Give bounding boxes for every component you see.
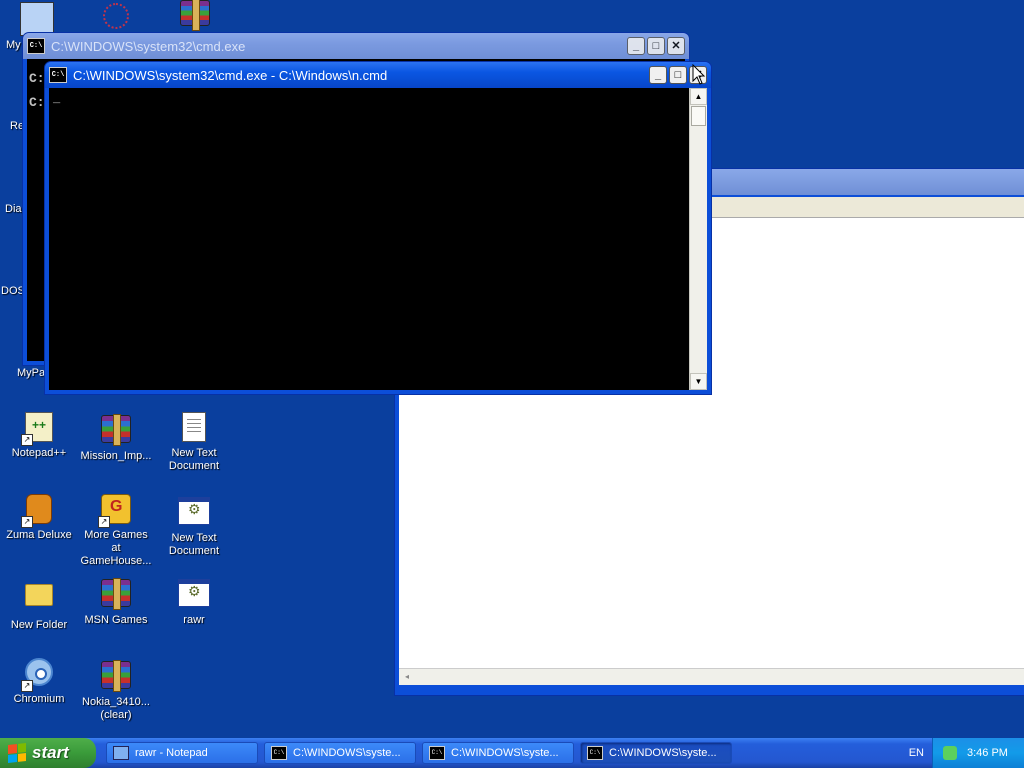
language-indicator[interactable]: EN — [909, 747, 924, 759]
cmd-front-console[interactable]: _ ▲ ▼ — [49, 88, 707, 390]
desktop-icon-label: Notepad++ — [11, 447, 67, 459]
taskbar-item-cmd-3[interactable]: C:\ C:\WINDOWS\syste... — [580, 742, 732, 764]
maximize-button[interactable]: □ — [647, 37, 665, 55]
minimize-button[interactable]: _ — [649, 66, 667, 84]
cmd-icon: C:\ — [49, 67, 67, 83]
desktop-icon-mission-imp[interactable]: Mission_Imp... — [79, 412, 153, 463]
mouse-pointer-icon — [692, 64, 706, 85]
cmd-front-title: C:\WINDOWS\system32\cmd.exe - C:\Windows… — [73, 67, 388, 83]
desktop-icon-label: New Text Document — [168, 447, 220, 472]
desktop-icon-notepadpp[interactable]: ↗ Notepad++ — [2, 412, 76, 460]
desktop-icon-label: New Folder — [10, 619, 68, 631]
text-document-icon — [182, 412, 206, 442]
close-button[interactable]: ✕ — [667, 37, 685, 55]
cmd-icon: C:\ — [587, 746, 603, 760]
desktop-icon-label: Chromium — [13, 693, 65, 705]
desktop-icon-label: Mission_Imp... — [80, 450, 152, 462]
taskbar-item-label: C:\WINDOWS\syste... — [609, 747, 717, 759]
cmd-front-titlebar[interactable]: C:\ C:\WINDOWS\system32\cmd.exe - C:\Win… — [45, 62, 711, 88]
batch-file-icon — [178, 579, 210, 607]
scroll-left-arrow[interactable]: ◂ — [399, 669, 415, 685]
desktop-icon-chromium[interactable]: ↗ Chromium — [2, 658, 76, 706]
scroll-down-arrow[interactable]: ▼ — [690, 373, 707, 390]
start-button[interactable]: start — [0, 738, 96, 768]
start-label: start — [32, 743, 69, 762]
desktop-icon-label: New Text Document — [168, 532, 220, 557]
desktop-icon-rawr[interactable]: rawr — [157, 576, 231, 627]
taskbar-item-cmd-1[interactable]: C:\ C:\WINDOWS\syste... — [264, 742, 416, 764]
my-computer-icon — [20, 2, 54, 36]
cmd-window-front[interactable]: C:\ C:\WINDOWS\system32\cmd.exe - C:\Win… — [44, 61, 712, 395]
recycle-bin-icon[interactable] — [100, 3, 132, 29]
console-line: C: — [29, 71, 45, 86]
winrar-icon — [101, 578, 131, 610]
cmd-icon: C:\ — [429, 746, 445, 760]
desktop-icon-new-text-doc[interactable]: New Text Document — [157, 412, 231, 473]
windows-logo-icon — [8, 743, 26, 763]
winrar-icon — [101, 660, 131, 692]
system-tray: 3:46 PM — [932, 738, 1024, 768]
taskbar-item-cmd-2[interactable]: C:\ C:\WINDOWS\syste... — [422, 742, 574, 764]
folder-icon — [25, 584, 53, 606]
taskbar: start rawr - Notepad C:\ C:\WINDOWS\syst… — [0, 738, 1024, 768]
desktop-icon-gamehouse[interactable]: ↗ More Games at GameHouse... — [79, 494, 153, 568]
taskbar-item-label: C:\WINDOWS\syste... — [293, 747, 401, 759]
cmd-icon: C:\ — [271, 746, 287, 760]
minimize-button[interactable]: _ — [627, 37, 645, 55]
desktop-icon-label: MSN Games — [84, 614, 148, 626]
maximize-button[interactable]: □ — [669, 66, 687, 84]
desktop-icon-label: Nokia_3410... (clear) — [82, 696, 150, 721]
vertical-scrollbar[interactable]: ▲ ▼ — [689, 88, 707, 390]
desktop-icon-label: More Games at GameHouse... — [80, 529, 152, 567]
clock[interactable]: 3:46 PM — [967, 747, 1008, 759]
notepad-icon — [113, 746, 129, 760]
taskbar-item-notepad[interactable]: rawr - Notepad — [106, 742, 258, 764]
desktop-icon-zuma-deluxe[interactable]: ↗ Zuma Deluxe — [2, 494, 76, 542]
cmd-back-titlebar[interactable]: C:\ C:\WINDOWS\system32\cmd.exe _ □ ✕ — [23, 33, 689, 59]
desktop-icon-label: rawr — [183, 614, 205, 626]
desktop-icon-nokia[interactable]: Nokia_3410... (clear) — [79, 658, 153, 722]
cmd-back-title: C:\WINDOWS\system32\cmd.exe — [51, 38, 246, 54]
network-icon[interactable] — [943, 746, 957, 760]
taskbar-item-label: rawr - Notepad — [135, 747, 208, 759]
desktop-icon-msn-games[interactable]: MSN Games — [79, 576, 153, 627]
desktop-icon-new-text-doc-batch[interactable]: New Text Document — [157, 494, 231, 558]
winrar-icon — [101, 414, 131, 446]
desktop-icon-label: Zuma Deluxe — [6, 529, 72, 541]
scroll-thumb[interactable] — [691, 106, 706, 126]
console-line: C: — [29, 95, 45, 110]
desktop-icon-new-folder[interactable]: New Folder — [2, 576, 76, 632]
cmd-icon: C:\ — [27, 38, 45, 54]
batch-file-icon — [178, 497, 210, 525]
scroll-up-arrow[interactable]: ▲ — [690, 88, 707, 105]
winrar-icon[interactable] — [180, 0, 210, 31]
notepad-hscrollbar[interactable]: ◂ — [399, 668, 1024, 685]
taskbar-item-label: C:\WINDOWS\syste... — [451, 747, 559, 759]
console-cursor: _ — [53, 92, 61, 106]
